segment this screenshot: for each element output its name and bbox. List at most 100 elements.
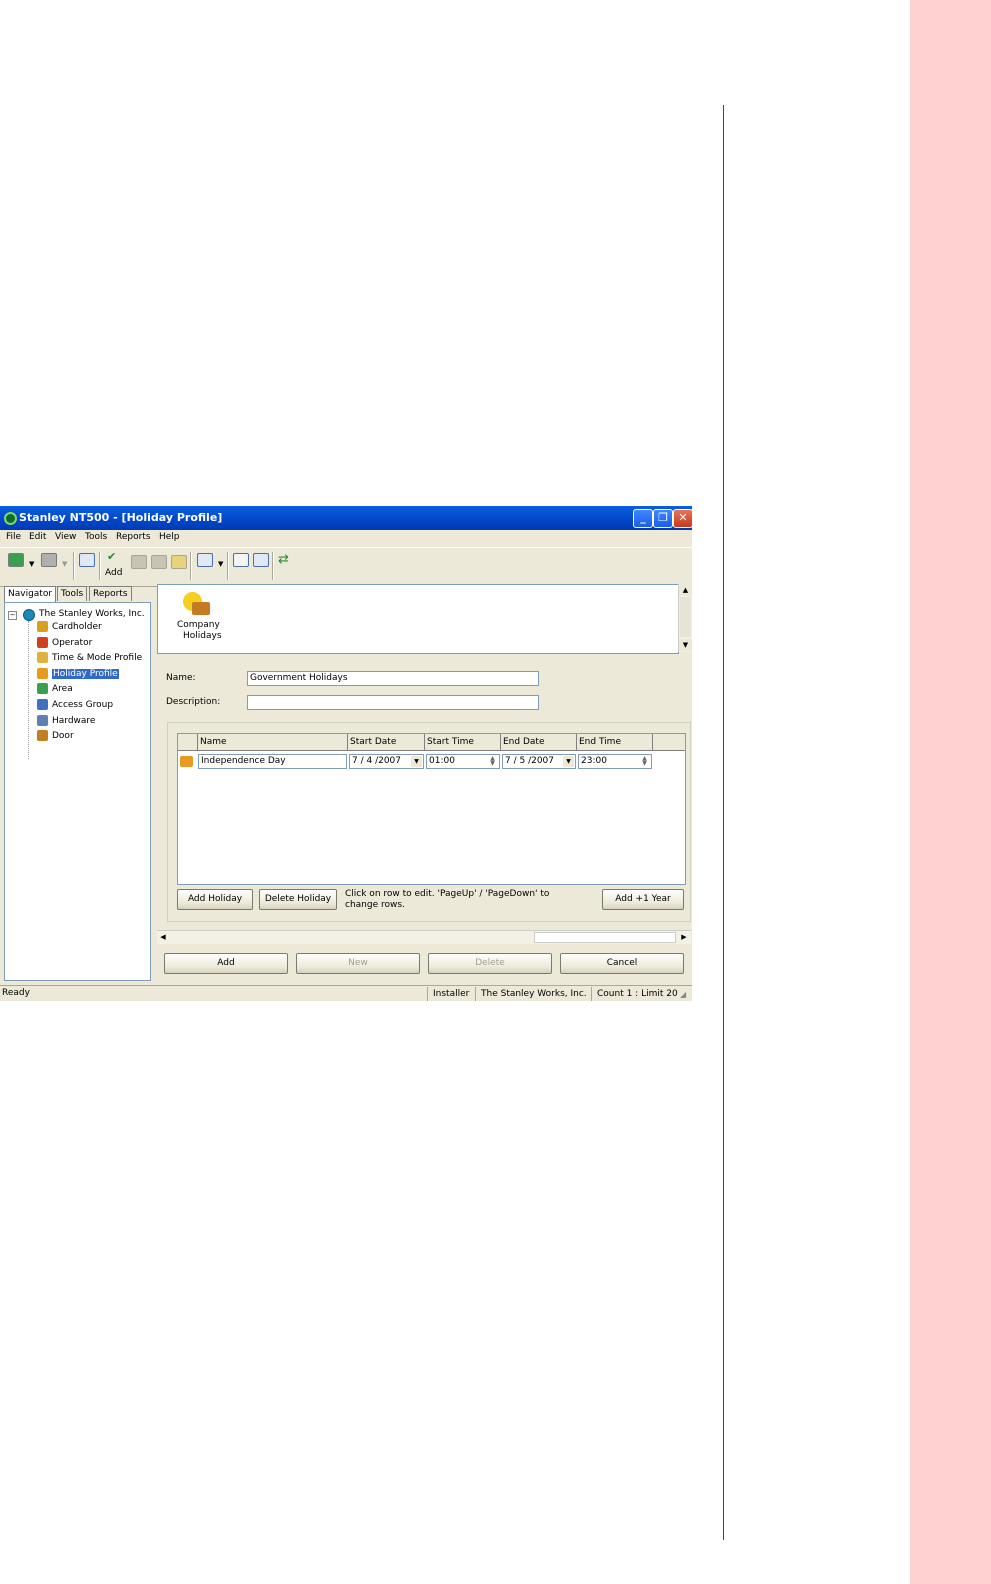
grid-header-start-date[interactable]: Start Date [348,734,425,751]
forward-icon[interactable] [41,553,57,567]
delete-button[interactable]: Delete [428,953,552,974]
cardholder-icon [37,621,48,632]
menu-edit[interactable]: Edit [29,532,46,542]
menu-view[interactable]: View [55,532,76,542]
title-bar: Stanley NT500 - [Holiday Profile] _ ❐ ✕ [0,506,692,530]
end-date-cell[interactable]: 7 / 5 /2007 ▼ [502,754,576,769]
menu-file[interactable]: File [6,532,21,542]
delete-holiday-button[interactable]: Delete Holiday [259,889,337,910]
area-icon [37,683,48,695]
main-horizontal-scrollbar[interactable]: ◀ ▶ [157,930,691,944]
company-holidays-label-1[interactable]: Company [177,620,220,630]
access-group-icon [37,699,48,710]
grid-header-end-time[interactable]: End Time [577,734,653,751]
chevron-down-icon[interactable]: ▼ [411,756,422,767]
grid-header-start-time[interactable]: Start Time [425,734,501,751]
holidays-grid: Name Start Date Start Time End Date End … [177,733,686,885]
company-holidays-label-2[interactable]: Holidays [183,631,222,641]
view-icon[interactable] [197,553,213,567]
name-field[interactable]: Government Holidays [247,671,539,686]
tree-root[interactable]: The Stanley Works, Inc. [39,608,145,621]
clock-icon [37,652,48,664]
menu-help[interactable]: Help [159,532,180,542]
folder-icon[interactable] [171,555,187,569]
window-title: Stanley NT500 - [Holiday Profile] [19,511,223,524]
restore-button[interactable]: ❐ [653,509,673,528]
tab-tools[interactable]: Tools [57,586,88,601]
scroll-thumb[interactable] [534,932,676,943]
copy-icon[interactable] [131,555,147,569]
app-window: Stanley NT500 - [Holiday Profile] _ ❐ ✕ … [0,506,692,1001]
cancel-button[interactable]: Cancel [560,953,684,974]
toolbar-separator [99,552,101,580]
scroll-track [680,597,691,637]
add-check-icon[interactable]: ✔ [107,550,116,563]
chevron-down-icon[interactable]: ▼ [563,756,574,767]
find-icon[interactable] [253,553,269,567]
time-spinner-icon[interactable]: ▲ ▼ [639,756,650,767]
toolbar: ▼ ▼ ✔ Add ▼ ⇄ [0,547,692,587]
hardware-icon [37,714,48,726]
status-count: Count 1 : Limit 20 [591,987,678,1001]
minimize-button[interactable]: _ [633,509,653,528]
scroll-right-icon[interactable]: ▶ [678,931,690,944]
tree-item-area[interactable]: Area [37,683,73,696]
tree-item-access-group[interactable]: Access Group [37,699,113,712]
toolbar-separator [227,552,229,580]
tree-connector [28,621,29,759]
grid-row-header-corner [178,734,198,751]
add-toolbar-button[interactable]: Add [105,568,122,578]
back-icon[interactable] [8,553,24,567]
add-holiday-button[interactable]: Add Holiday [177,889,253,910]
tab-navigator[interactable]: Navigator [4,586,57,602]
tree-item-label: Access Group [52,700,114,710]
tree-item-door[interactable]: Door [37,730,74,743]
start-time-cell[interactable]: 01:00 ▲ ▼ [426,754,500,769]
page-divider-line [723,105,724,1540]
tree-collapse-icon[interactable]: − [8,611,17,620]
end-time-cell[interactable]: 23:00 ▲ ▼ [578,754,652,769]
grid-header-end-date[interactable]: End Date [501,734,577,751]
add-button[interactable]: Add [164,953,288,974]
icon-pane-vertical-scrollbar[interactable]: ▲ ▼ [678,584,692,652]
new-button[interactable]: New [296,953,420,974]
tree-item-cardholder[interactable]: Cardholder [37,621,102,634]
forward-dropdown-icon[interactable]: ▼ [62,560,67,568]
delete-icon[interactable] [151,555,167,569]
menu-reports[interactable]: Reports [116,532,151,542]
back-dropdown-icon[interactable]: ▼ [29,560,34,568]
tree-item-holiday-profile[interactable]: Holiday Profile [37,667,119,681]
door-icon [37,730,48,742]
view-dropdown-icon[interactable]: ▼ [218,560,223,568]
description-field[interactable] [247,695,539,710]
app-icon [4,512,17,525]
edit-icon[interactable] [233,553,249,567]
tree-item-hardware[interactable]: Hardware [37,714,95,728]
end-time-value: 23:00 [581,756,607,766]
holiday-name-cell[interactable]: Independence Day [198,754,347,769]
end-date-value: 7 / 5 /2007 [505,756,555,766]
refresh-icon[interactable]: ⇄ [278,552,289,567]
scroll-down-icon[interactable]: ▼ [679,639,692,651]
scroll-up-icon[interactable]: ▲ [679,584,692,596]
navigator-pane-icon[interactable] [79,553,95,567]
grid-header-name[interactable]: Name [198,734,348,751]
start-date-cell[interactable]: 7 / 4 /2007 ▼ [349,754,424,769]
description-label: Description: [166,697,221,707]
tree-item-time-mode-profile[interactable]: Time & Mode Profile [37,652,142,665]
globe-icon [23,609,35,621]
start-date-value: 7 / 4 /2007 [352,756,402,766]
tree-item-label: Door [52,731,74,742]
row-holiday-icon [180,756,193,767]
status-ready: Ready [2,988,30,998]
add-year-button[interactable]: Add +1 Year [602,889,684,910]
menu-bar: File Edit View Tools Reports Help [0,531,692,545]
scroll-left-icon[interactable]: ◀ [157,931,169,944]
close-button[interactable]: ✕ [673,509,692,528]
resize-grip-icon[interactable]: ◢ [680,990,686,999]
menu-tools[interactable]: Tools [85,532,107,542]
tree-item-operator[interactable]: Operator [37,636,92,650]
tab-reports[interactable]: Reports [89,586,132,601]
time-spinner-icon[interactable]: ▲ ▼ [487,756,498,767]
navigator-tree: − The Stanley Works, Inc. Cardholder Oper… [4,602,151,981]
